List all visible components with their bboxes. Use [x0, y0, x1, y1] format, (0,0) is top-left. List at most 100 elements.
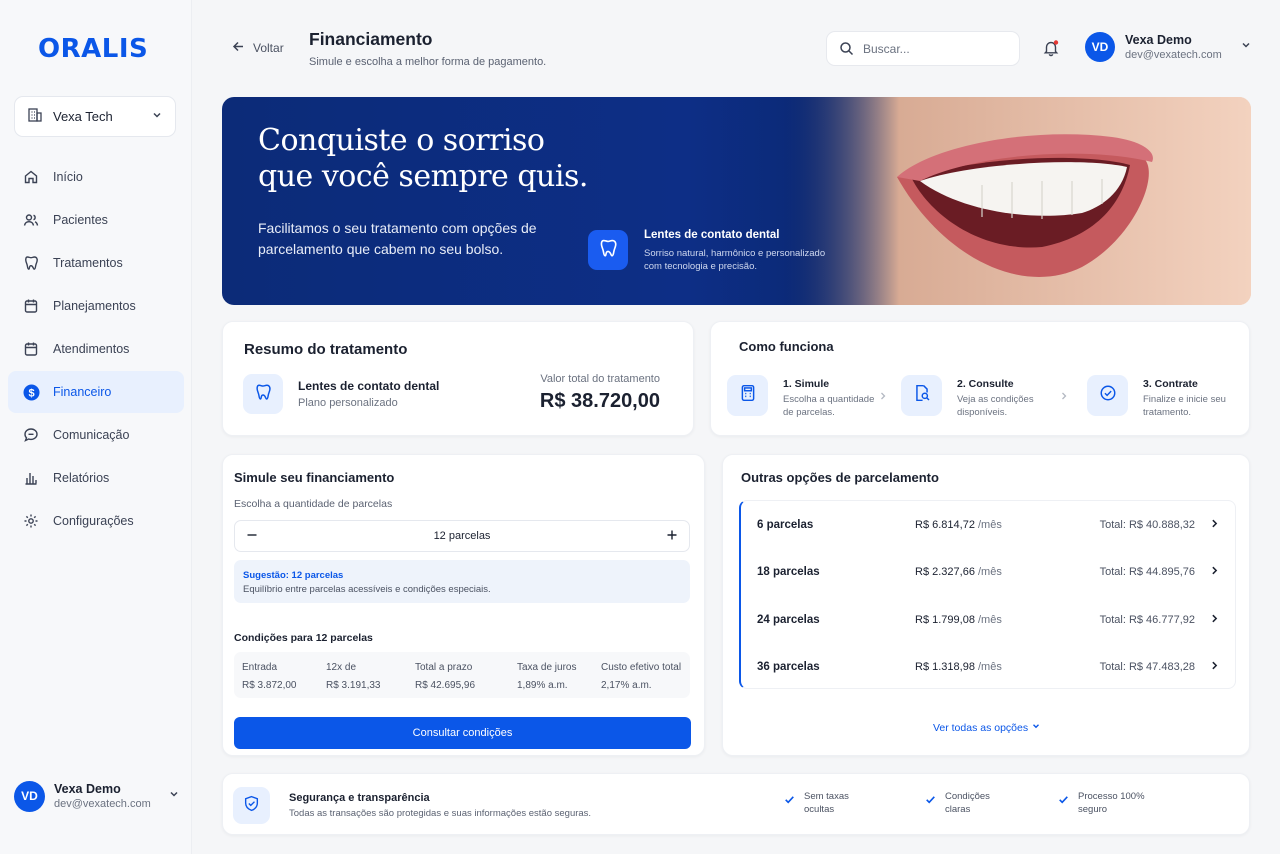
option-per: /mês: [978, 565, 1002, 578]
tooth-icon: [22, 254, 40, 272]
option-monthly: R$ 1.318,98 /mês: [915, 661, 1002, 673]
sidebar-item-relatorios[interactable]: Relatórios: [8, 457, 184, 499]
total-value: R$ 38.720,00: [539, 390, 660, 412]
hero-feature-text: Sorriso natural, harmônico e personaliza…: [644, 248, 826, 272]
sidebar-item-label: Tratamentos: [53, 256, 123, 270]
option-total: Total: R$ 44.895,76: [1099, 565, 1195, 578]
chat-icon: [22, 426, 40, 444]
suggestion-text: Equilíbrio entre parcelas acessíveis e c…: [243, 584, 491, 595]
option-count: 24 parcelas: [757, 613, 820, 626]
notifications-button[interactable]: [1042, 39, 1060, 62]
option-total: Total: R$ 47.483,28: [1099, 660, 1195, 673]
conditions-title: Condições para 12 parcelas: [234, 632, 373, 644]
step-contrate: 3. Contrate Finalize e inicie seu tratame…: [1087, 375, 1238, 419]
hero-feature-title: Lentes de contato dental: [644, 229, 780, 241]
step-simule: 1. Simule Escolha a quantidade de parcela…: [727, 375, 878, 419]
card-title: Resumo do tratamento: [244, 341, 408, 358]
treatment-plan: Plano personalizado: [298, 397, 398, 409]
check-icon: [1057, 793, 1070, 811]
how-it-works-card: Como funciona 1. Simule Escolha a quantid…: [710, 321, 1250, 436]
sidebar-nav: Início Pacientes Tratamentos Planejament…: [8, 156, 184, 543]
option-row[interactable]: 36 parcelas R$ 1.318,98 /mês Total: R$ 47.…: [741, 643, 1236, 690]
option-monthly: R$ 2.327,66 /mês: [915, 566, 1002, 578]
option-per: /mês: [978, 613, 1002, 626]
user-menu-sidebar[interactable]: VD Vexa Demo dev@vexatech.com: [14, 780, 180, 812]
treatment-summary-card: Resumo do tratamento Lentes de contato d…: [222, 321, 694, 436]
sidebar-item-configuracoes[interactable]: Configurações: [8, 500, 184, 542]
consult-conditions-button[interactable]: Consultar condições: [234, 717, 691, 749]
step-desc: Escolha a quantidade de parcelas.: [783, 394, 875, 418]
feature-label: Sem taxas ocultas: [804, 791, 849, 815]
check-circle-icon: [1099, 384, 1117, 407]
chevron-right-icon: [1209, 518, 1220, 532]
sidebar-item-tratamentos[interactable]: Tratamentos: [8, 242, 184, 284]
suggestion-title: Sugestão: 12 parcelas: [243, 570, 344, 581]
feature-secure-process: Processo 100% seguro: [1057, 790, 1150, 816]
hero-feature-icon-tile: [588, 230, 628, 270]
calendar-icon: [22, 297, 40, 315]
chevron-right-icon: [1209, 565, 1220, 579]
security-text: Todas as transações são protegidas e sua…: [289, 808, 592, 819]
sidebar-item-planejamentos[interactable]: Planejamentos: [8, 285, 184, 327]
hero-banner: Conquiste o sorriso que você sempre quis…: [222, 97, 1251, 305]
page-subtitle: Simule e escolha a melhor forma de pagam…: [309, 56, 547, 68]
chevron-down-icon: [151, 109, 163, 124]
org-switcher[interactable]: Vexa Tech: [14, 96, 176, 137]
sidebar-item-atendimentos[interactable]: Atendimentos: [8, 328, 184, 370]
suggestion-box: Sugestão: 12 parcelas Equilíbrio entre p…: [234, 560, 690, 603]
user-email: dev@vexatech.com: [54, 798, 151, 810]
chevron-right-icon: [1059, 388, 1069, 406]
search-placeholder: Buscar...: [863, 41, 910, 56]
installments-stepper: 12 parcelas: [234, 520, 690, 552]
installments-label: Escolha a quantidade de parcelas: [234, 498, 393, 510]
sidebar-item-label: Início: [53, 170, 83, 184]
sidebar-item-financeiro[interactable]: $ Financeiro: [8, 371, 184, 413]
treatment-icon-tile: [243, 374, 283, 414]
option-row[interactable]: 18 parcelas R$ 2.327,66 /mês Total: R$ 44.…: [741, 548, 1236, 595]
chart-icon: [22, 469, 40, 487]
option-count: 36 parcelas: [757, 660, 820, 673]
user-menu-top[interactable]: VD Vexa Demo dev@vexatech.com: [1085, 32, 1252, 62]
security-title: Segurança e transparência: [289, 792, 430, 804]
brand-logo[interactable]: ORALIS: [38, 34, 148, 64]
calendar-icon: [22, 340, 40, 358]
condition-value: R$ 3.872,00: [242, 680, 297, 691]
search-input[interactable]: Buscar...: [826, 31, 1020, 66]
card-title: Simule seu financiamento: [234, 470, 395, 485]
sidebar-item-label: Comunicação: [53, 428, 130, 442]
org-name: Vexa Tech: [53, 109, 113, 124]
treatment-name: Lentes de contato dental: [298, 379, 440, 393]
sidebar-item-comunicacao[interactable]: Comunicação: [8, 414, 184, 456]
feature-no-fees: Sem taxas ocultas: [783, 790, 860, 816]
arrow-left-icon: [232, 40, 245, 56]
condition-label: Taxa de juros: [517, 662, 577, 673]
security-icon-tile: [233, 787, 270, 824]
option-monthly: R$ 6.814,72 /mês: [915, 519, 1002, 531]
back-button[interactable]: Voltar: [232, 40, 284, 56]
see-all-label: Ver todas as opções: [932, 722, 1029, 734]
step-desc: Veja as condições disponíveis.: [957, 394, 1034, 418]
feature-label: Condições claras: [945, 791, 990, 815]
conditions-table: Entrada R$ 3.872,00 12x de R$ 3.191,33 Tot…: [234, 652, 690, 698]
security-card: Segurança e transparência Todas as trans…: [222, 773, 1250, 835]
option-row[interactable]: 24 parcelas R$ 1.799,08 /mês Total: R$ 46.…: [741, 596, 1236, 643]
minus-icon: [246, 532, 258, 544]
sidebar: ORALIS Vexa Tech Início Pacientes Tratam…: [0, 0, 192, 854]
condition-value: 1,89% a.m.: [517, 680, 568, 691]
sidebar-item-inicio[interactable]: Início: [8, 156, 184, 198]
chevron-right-icon: [878, 388, 888, 406]
hero-title: Conquiste o sorriso que você sempre quis…: [258, 123, 588, 194]
see-all-options-link[interactable]: Ver todas as opções: [723, 721, 1251, 734]
plus-icon: [666, 530, 678, 544]
increment-button[interactable]: [666, 529, 678, 544]
decrement-button[interactable]: [246, 529, 258, 544]
sidebar-item-pacientes[interactable]: Pacientes: [8, 199, 184, 241]
option-monthly-value: R$ 2.327,66: [915, 565, 975, 578]
condition-label: Custo efetivo total: [601, 662, 682, 673]
options-list: 6 parcelas R$ 6.814,72 /mês Total: R$ 40.8…: [739, 500, 1236, 689]
total-value-label: Valor total do tratamento: [540, 373, 660, 385]
option-row[interactable]: 6 parcelas R$ 6.814,72 /mês Total: R$ 40.8…: [741, 501, 1236, 548]
step-title: 2. Consulte: [957, 378, 1014, 390]
hero-text: Facilitamos o seu tratamento com opções …: [258, 220, 537, 257]
sidebar-item-label: Relatórios: [53, 471, 110, 485]
